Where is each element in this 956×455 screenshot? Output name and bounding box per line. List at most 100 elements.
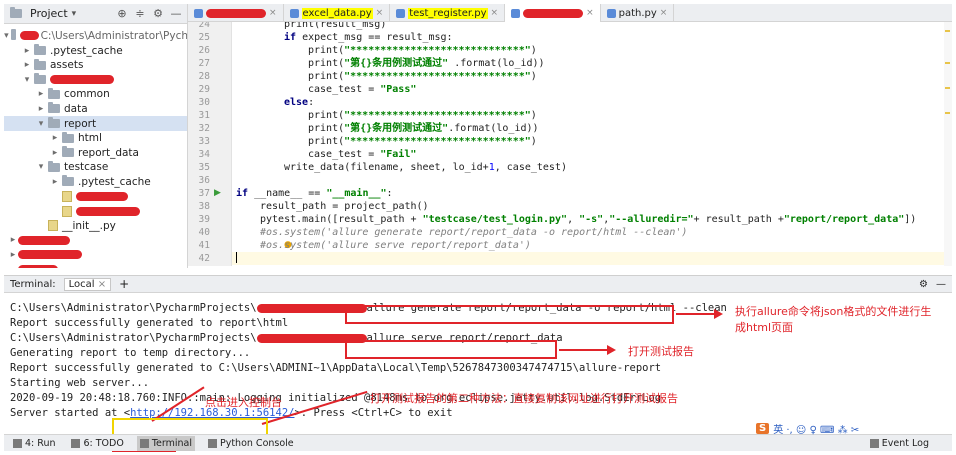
tree-item[interactable] bbox=[4, 204, 187, 219]
text-caret bbox=[236, 252, 237, 263]
chevron-down-icon[interactable]: ▾ bbox=[4, 31, 9, 41]
minimize-icon[interactable]: — bbox=[169, 7, 183, 20]
annotation-generate: 执行allure命令将json格式的文件进行生 成html页面 bbox=[735, 305, 932, 334]
chevron-right-icon[interactable]: ▸ bbox=[50, 177, 60, 187]
python-file-icon bbox=[194, 8, 203, 18]
code-line: print(result_msg) bbox=[232, 22, 386, 31]
chevron-right-icon[interactable]: ▸ bbox=[50, 133, 60, 143]
close-icon[interactable]: × bbox=[660, 8, 668, 18]
code-token: , case_test) bbox=[494, 162, 567, 173]
chevron-right-icon[interactable]: ▸ bbox=[36, 104, 46, 114]
close-icon[interactable]: × bbox=[269, 8, 277, 18]
editor-tab[interactable]: path.py × bbox=[601, 4, 675, 22]
gear-icon[interactable]: ⚙ bbox=[919, 279, 928, 290]
event-log-icon bbox=[869, 438, 879, 448]
event-log-button[interactable]: Event Log bbox=[867, 436, 932, 451]
code-editor[interactable]: print(result_msg) if expect_msg == result… bbox=[232, 22, 944, 266]
ime-status[interactable]: 英 ·, ☺ ♀ ⌨ ⁂ ✂ bbox=[773, 421, 859, 436]
chevron-right-icon[interactable]: ▸ bbox=[50, 148, 60, 158]
warning-marker[interactable] bbox=[945, 30, 950, 32]
code-token: "*****************************" bbox=[344, 45, 531, 56]
code-token: + result_path + bbox=[693, 214, 784, 225]
tree-item[interactable]: ▸ bbox=[4, 233, 187, 248]
add-session-icon[interactable]: + bbox=[119, 277, 129, 291]
chevron-right-icon[interactable]: ▸ bbox=[8, 235, 18, 245]
code-line: print("*****************************") bbox=[232, 109, 537, 122]
tree-item[interactable]: __init__.py bbox=[4, 218, 187, 233]
annotation-box-serve bbox=[345, 340, 557, 359]
chevron-down-icon[interactable]: ▾ bbox=[72, 9, 77, 19]
tool-window-python-console[interactable]: Python Console bbox=[205, 436, 297, 451]
tree-item[interactable]: ▾ testcase bbox=[4, 160, 187, 175]
editor-tab[interactable]: excel_data.py × bbox=[284, 4, 391, 22]
tool-window-terminal[interactable]: Terminal bbox=[136, 435, 195, 451]
terminal-text: C:\Users\Administrator\PycharmProjects\ bbox=[10, 332, 257, 344]
tree-item[interactable]: ▸ .pytest_cache bbox=[4, 43, 187, 58]
tree-item[interactable]: ▸ bbox=[4, 247, 187, 262]
editor-scrollbar[interactable] bbox=[944, 22, 952, 266]
tree-item[interactable]: ▸ assets bbox=[4, 58, 187, 73]
chevron-down-icon[interactable]: ▾ bbox=[22, 75, 32, 85]
collapse-icon[interactable]: ≑ bbox=[133, 7, 147, 20]
tool-window-label: 6: TODO bbox=[83, 437, 124, 449]
editor-tab-label: path.py bbox=[618, 7, 657, 19]
code-line: case_test = "Fail" bbox=[232, 148, 416, 161]
warning-marker[interactable] bbox=[945, 112, 950, 114]
editor-tab-label: test_register.py bbox=[408, 7, 488, 19]
close-icon[interactable]: × bbox=[376, 8, 384, 18]
chevron-down-icon[interactable]: ▾ bbox=[36, 162, 46, 172]
tree-item[interactable]: ▸ common bbox=[4, 87, 187, 102]
chevron-right-icon[interactable]: ▸ bbox=[8, 250, 18, 260]
editor-tab[interactable]: test_register.py × bbox=[390, 4, 506, 22]
code-line: print("第{}条用例测试通过".format(lo_id)) bbox=[232, 122, 539, 135]
close-icon[interactable]: × bbox=[98, 279, 106, 290]
tree-item[interactable] bbox=[4, 262, 187, 268]
warning-marker[interactable] bbox=[945, 62, 950, 64]
line-number: 32 bbox=[198, 123, 210, 134]
sogou-logo[interactable]: S bbox=[756, 422, 770, 434]
close-icon[interactable]: × bbox=[586, 8, 594, 18]
terminal-line: Generating report to temp directory... bbox=[10, 346, 250, 361]
code-token: ) bbox=[530, 71, 537, 82]
ime-toolbar: S 英 ·, ☺ ♀ ⌨ ⁂ ✂ bbox=[756, 421, 859, 436]
line-number: 31 bbox=[198, 110, 210, 121]
tree-item[interactable]: ▾ bbox=[4, 72, 187, 87]
code-token: print( bbox=[308, 110, 345, 121]
gear-icon[interactable]: ⚙ bbox=[151, 7, 165, 20]
tree-item-label: report_data bbox=[78, 146, 139, 159]
event-log-label: Event Log bbox=[881, 437, 929, 449]
tree-item[interactable]: ▸ report_data bbox=[4, 145, 187, 160]
code-token: "__main__" bbox=[326, 188, 387, 199]
tool-window-run[interactable]: 4: Run bbox=[10, 436, 58, 451]
terminal-line: Starting web server... bbox=[10, 376, 149, 391]
minimize-icon[interactable]: — bbox=[936, 279, 946, 290]
code-token: if bbox=[236, 188, 249, 199]
project-panel-title[interactable]: Project bbox=[30, 7, 68, 20]
chevron-right-icon[interactable]: ▸ bbox=[36, 89, 46, 99]
python-file-icon bbox=[396, 8, 406, 18]
annotation-box-generate bbox=[345, 305, 674, 324]
editor-tab[interactable]: × bbox=[505, 4, 601, 22]
chevron-right-icon[interactable]: ▸ bbox=[22, 46, 32, 56]
editor-tab[interactable]: × bbox=[188, 4, 284, 22]
tree-item[interactable] bbox=[4, 189, 187, 204]
target-icon[interactable]: ⊕ bbox=[115, 7, 129, 20]
warning-marker[interactable] bbox=[945, 87, 950, 89]
terminal-text: >. Press <Ctrl+C> to exit bbox=[294, 407, 453, 419]
redacted-text bbox=[18, 235, 70, 245]
terminal-text: C:\Users\Administrator\PycharmProjects\ bbox=[10, 302, 257, 314]
tree-item[interactable]: ▸ data bbox=[4, 101, 187, 116]
tree-item-label: assets bbox=[50, 59, 84, 72]
run-icon[interactable]: ▶ bbox=[214, 187, 221, 200]
tree-root[interactable]: ▾ C:\Users\Administrator\Pych bbox=[4, 28, 187, 43]
chevron-right-icon[interactable]: ▸ bbox=[22, 60, 32, 70]
code-token: ]) bbox=[904, 214, 917, 225]
close-icon[interactable]: × bbox=[491, 8, 499, 18]
tree-item[interactable]: ▸ html bbox=[4, 131, 187, 146]
terminal-session-tab[interactable]: Local × bbox=[63, 277, 112, 291]
chevron-down-icon[interactable]: ▾ bbox=[36, 119, 46, 129]
tree-item[interactable]: ▾ report bbox=[4, 116, 187, 131]
line-number-gutter: 24 25 26 27 28 29 30 31 32 33 34 35 36 37 ▶ 38 39 40 41 42 bbox=[188, 22, 232, 266]
tool-window-todo[interactable]: 6: TODO bbox=[68, 436, 126, 451]
tree-item[interactable]: ▸ .pytest_cache bbox=[4, 174, 187, 189]
